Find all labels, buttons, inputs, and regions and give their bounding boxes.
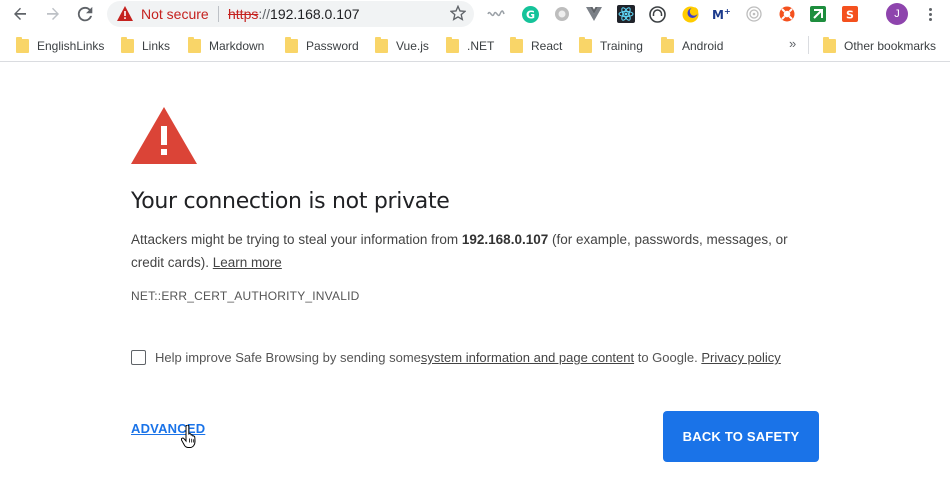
optin-text: Help improve Safe Browsing by sending so…: [155, 350, 421, 365]
target-icon[interactable]: [745, 5, 763, 23]
bookmark-label: Other bookmarks: [844, 39, 937, 53]
circle-icon[interactable]: [553, 5, 571, 23]
bookmark-label: React: [531, 39, 563, 53]
page-title: Your connection is not private: [131, 189, 450, 214]
bookmark-label: Android: [682, 39, 724, 53]
kebab-menu-icon[interactable]: [920, 3, 940, 25]
svg-text:G: G: [525, 8, 534, 21]
url-scheme: https: [228, 6, 259, 22]
headphones-icon[interactable]: [648, 5, 666, 23]
bookmark-star-icon[interactable]: [449, 4, 467, 26]
bookmark-folder-englishlinks[interactable]: EnglishLinks: [16, 37, 104, 55]
back-arrow-icon[interactable]: [9, 3, 31, 25]
error-code[interactable]: NET::ERR_CERT_AUTHORITY_INVALID: [131, 289, 359, 303]
warning-description: Attackers might be trying to steal your …: [131, 228, 821, 274]
privacy-policy-link[interactable]: Privacy policy: [701, 350, 780, 365]
folder-icon: [446, 37, 459, 53]
optin-text-2: to Google.: [634, 350, 702, 365]
security-warning-icon: [131, 107, 197, 164]
browser-toolbar: Not secure https://192.168.0.107 G M+ S: [0, 0, 950, 28]
bookmarks-divider: [808, 36, 809, 54]
folder-icon: [285, 37, 298, 53]
bookmark-folder-training[interactable]: Training: [579, 37, 643, 55]
learn-more-link[interactable]: Learn more: [213, 255, 282, 270]
toolbar-divider: [0, 61, 950, 62]
bookmark-label: EnglishLinks: [37, 39, 105, 53]
folder-icon: [661, 37, 674, 53]
bookmark-label: .NET: [467, 39, 495, 53]
bookmark-folder-android[interactable]: Android: [661, 37, 723, 55]
forward-arrow-icon[interactable]: [42, 3, 64, 25]
orange-s-icon[interactable]: S: [841, 5, 859, 23]
grammarly-icon[interactable]: G: [521, 5, 539, 23]
reload-icon[interactable]: [74, 3, 96, 25]
green-arrow-icon[interactable]: [809, 5, 827, 23]
bookmark-folder-dotnet[interactable]: .NET: [446, 37, 494, 55]
hand-cursor-icon: [181, 425, 196, 448]
svg-text:M: M: [712, 8, 724, 21]
omnibox-separator: [218, 6, 219, 22]
bookmark-folder-react[interactable]: React: [510, 37, 562, 55]
lifebuoy-icon[interactable]: [778, 5, 796, 23]
not-secure-label[interactable]: Not secure: [141, 6, 209, 22]
warning-triangle-icon[interactable]: [117, 6, 133, 26]
bookmark-label: Vue.js: [396, 39, 429, 53]
folder-icon: [823, 37, 836, 53]
folder-icon: [375, 37, 388, 53]
vue-devtools-icon[interactable]: [585, 5, 603, 23]
other-bookmarks-folder[interactable]: Other bookmarks: [823, 37, 936, 55]
system-info-link[interactable]: system information and page content: [421, 350, 634, 365]
folder-icon: [121, 37, 134, 53]
bookmark-folder-markdown[interactable]: Markdown: [188, 37, 264, 55]
bookmark-folder-vuejs[interactable]: Vue.js: [375, 37, 429, 55]
safe-browsing-optin: Help improve Safe Browsing by sending so…: [131, 350, 781, 365]
bookmark-label: Markdown: [209, 39, 265, 53]
react-devtools-icon[interactable]: [617, 5, 635, 23]
bookmark-label: Training: [600, 39, 643, 53]
svg-text:+: +: [724, 7, 731, 16]
description-text: Attackers might be trying to steal your …: [131, 232, 462, 247]
bookmark-folder-links[interactable]: Links: [121, 37, 170, 55]
folder-icon: [188, 37, 201, 53]
moon-icon[interactable]: [681, 5, 699, 23]
safe-browsing-checkbox[interactable]: [131, 350, 146, 365]
bookmark-label: Links: [142, 39, 171, 53]
m-plus-icon[interactable]: M +: [712, 5, 732, 23]
url-separator: ://: [258, 6, 271, 22]
profile-avatar[interactable]: J: [886, 3, 908, 25]
folder-icon: [16, 37, 29, 53]
svg-text:S: S: [846, 9, 854, 22]
folder-icon: [579, 37, 592, 53]
address-bar[interactable]: Not secure https://192.168.0.107: [107, 1, 474, 27]
back-to-safety-button[interactable]: BACK TO SAFETY: [663, 411, 819, 462]
bookmark-folder-password[interactable]: Password: [285, 37, 359, 55]
url-host: 192.168.0.107: [270, 6, 360, 22]
url-text[interactable]: https://192.168.0.107: [228, 6, 360, 22]
bookmark-label: Password: [306, 39, 359, 53]
description-host: 192.168.0.107: [461, 232, 549, 247]
web-clipper-icon[interactable]: [487, 5, 505, 23]
folder-icon: [510, 37, 523, 53]
bookmarks-overflow-chevron-icon[interactable]: »: [789, 36, 796, 51]
